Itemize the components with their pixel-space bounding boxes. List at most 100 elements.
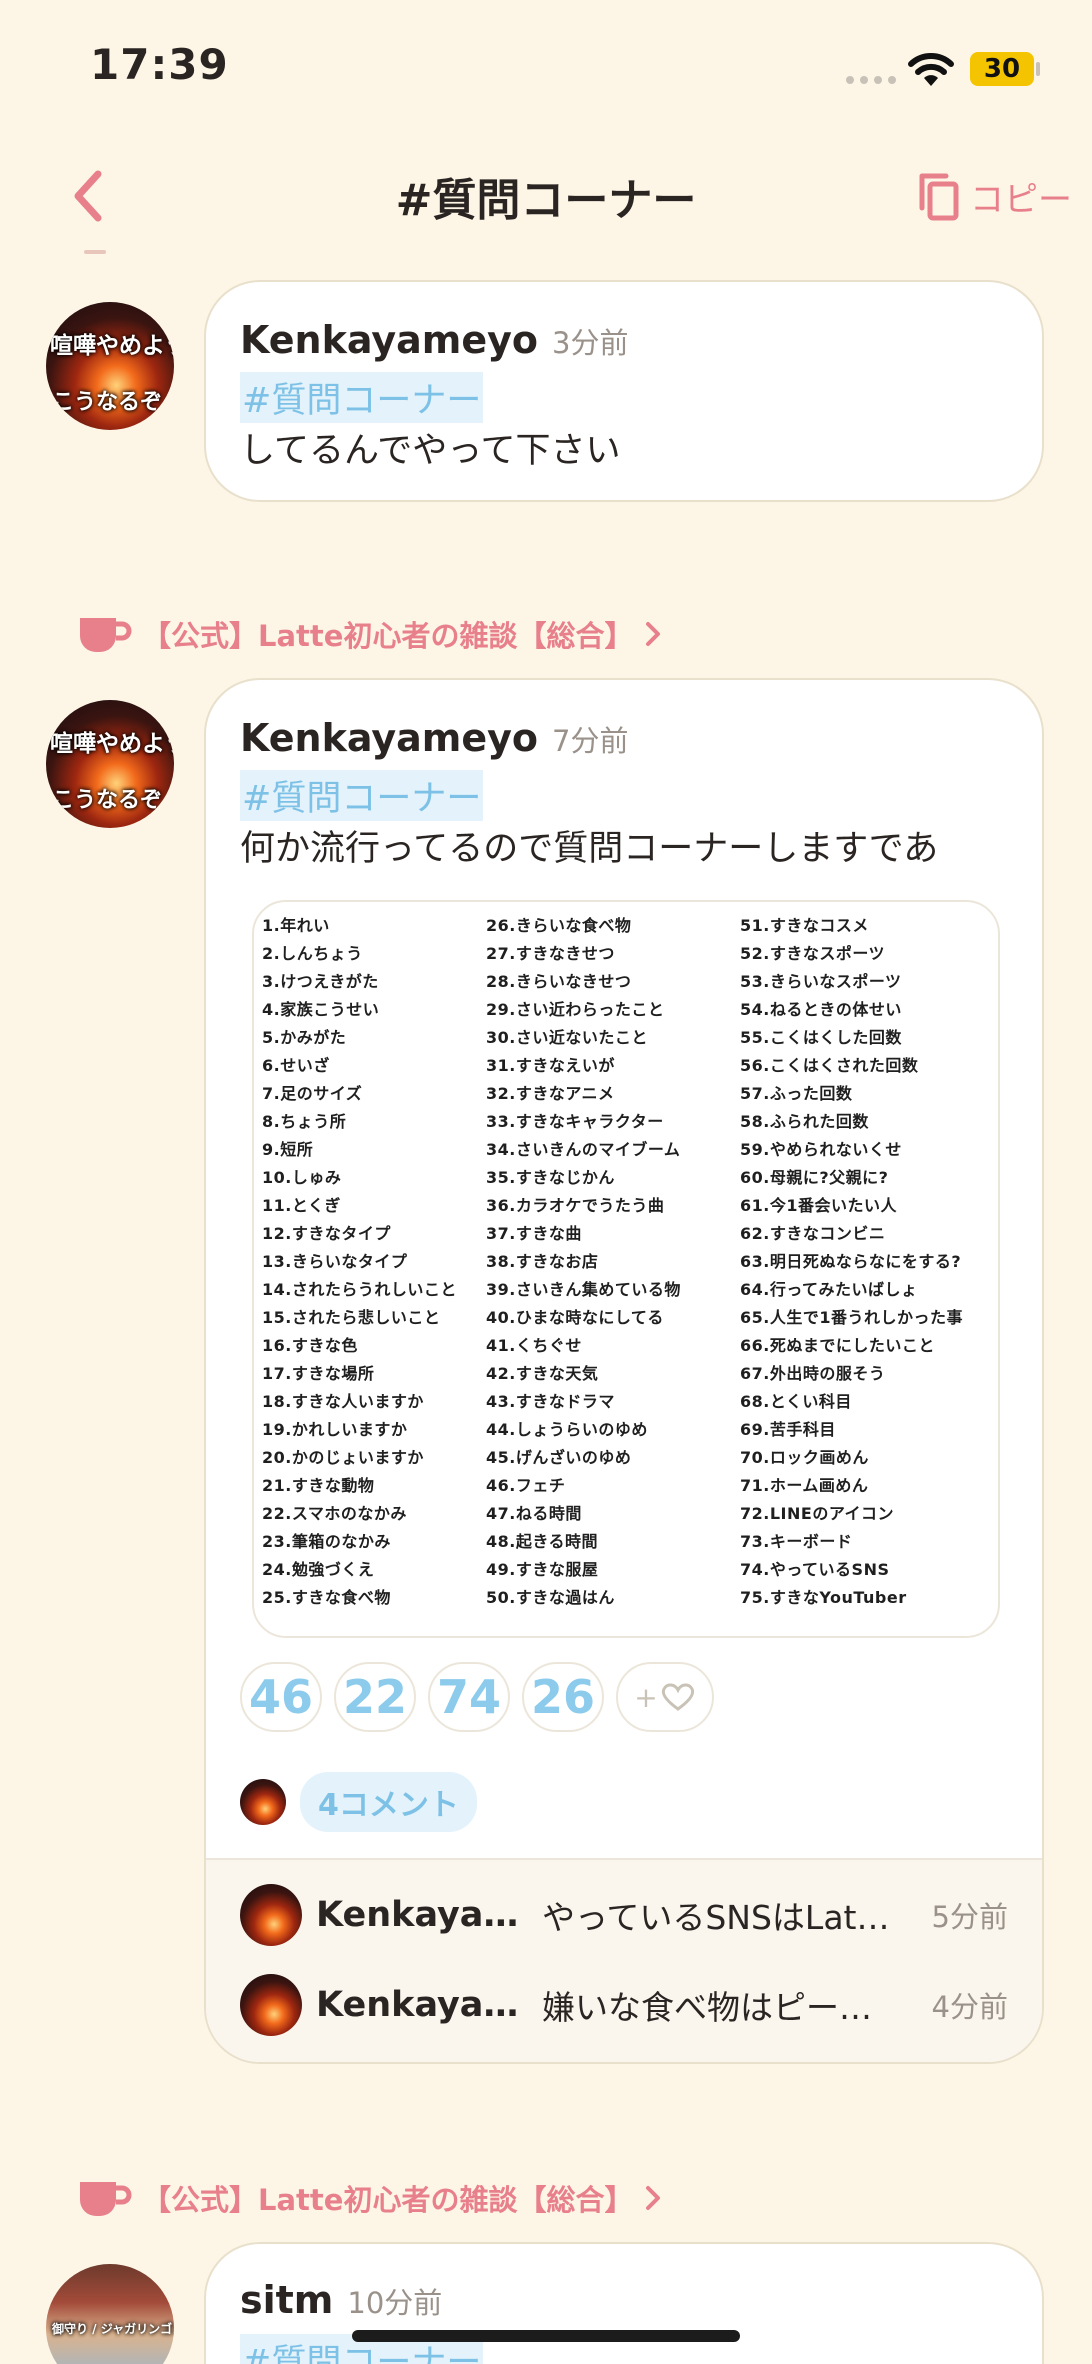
reaction-bar: 46 22 74 26 + [240, 1662, 714, 1732]
battery-icon: 30 [970, 52, 1034, 86]
question-item: 28.きらいなきせつ [486, 972, 632, 991]
question-item: 16.すきな色 [262, 1336, 358, 1355]
question-item: 30.さい近ないたこと [486, 1028, 648, 1047]
reaction-chip[interactable]: 46 [240, 1662, 322, 1732]
question-item: 3.けつえきがた [262, 972, 379, 991]
question-item: 24.勉強づくえ [262, 1560, 375, 1579]
post-card[interactable]: sitm 10分前 #質問コーナー [204, 2242, 1044, 2364]
battery-tip [1036, 62, 1040, 76]
question-item: 7.足のサイズ [262, 1084, 363, 1103]
status-bar: 17:39 30 [0, 0, 1092, 130]
question-item: 60.母親に?父親に? [740, 1168, 889, 1187]
question-item: 66.死ぬまでにしたいこと [740, 1336, 935, 1355]
question-item: 1.年れい [262, 916, 330, 935]
hashtag-link[interactable]: #質問コーナー [240, 770, 484, 821]
question-item: 33.すきなキャラクター [486, 1112, 664, 1131]
post-author[interactable]: Kenkayameyo [240, 716, 538, 760]
avatar-caption: 喧嘩やめよう [50, 333, 174, 359]
plus-label: + [634, 1680, 658, 1714]
question-item: 2.しんちょう [262, 944, 363, 963]
question-item: 31.すきなえいが [486, 1056, 615, 1075]
add-reaction-button[interactable]: + [616, 1662, 714, 1732]
community-name: 【公式】Latte初心者の雑談【総合】 [142, 2183, 634, 2217]
comment-avatar [240, 1974, 302, 2036]
comment-item[interactable]: Kenkayameyo やっているSNSはLatteです 5分前 [240, 1880, 1008, 1950]
question-item: 39.さいきん集めている物 [486, 1280, 681, 1299]
avatar-caption: 喧嘩やめよう [50, 731, 174, 757]
comment-text: 嫌いな食べ物はピーマンです [542, 1988, 892, 2027]
post-author[interactable]: sitm [240, 2278, 333, 2322]
question-item: 65.人生で1番うれしかった事 [740, 1308, 963, 1327]
post-card[interactable]: Kenkayameyo 7分前 #質問コーナー 何か流行ってるので質問コーナーし… [204, 678, 1044, 2064]
chevron-right-icon [646, 622, 661, 646]
heart-icon [661, 1683, 694, 1711]
post-text: してるんでやって下さい [240, 431, 621, 471]
question-item: 69.苦手科目 [740, 1420, 836, 1439]
question-item: 71.ホーム画めん [740, 1476, 869, 1495]
question-item: 5.かみがた [262, 1028, 347, 1047]
comment-count[interactable]: 4コメント [300, 1772, 477, 1832]
copy-button[interactable]: コピー [912, 166, 1072, 226]
cup-icon [80, 618, 132, 652]
navigation-bar: #質問コーナー コピー [0, 140, 1092, 250]
avatar[interactable]: 御守り / ジャガリンゴン [46, 2264, 174, 2364]
question-item: 64.行ってみたいばしょ [740, 1280, 918, 1299]
post-time: 3分前 [552, 326, 629, 360]
home-indicator [352, 2330, 740, 2342]
commenter-avatar [240, 1779, 286, 1825]
question-item: 40.ひまな時なにしてる [486, 1308, 664, 1327]
question-item: 58.ふられた回数 [740, 1112, 869, 1131]
avatar[interactable]: 喧嘩やめよう こうなるぞ [46, 700, 174, 828]
comment-time: 5分前 [931, 1900, 1008, 1934]
question-item: 36.カラオケでうたう曲 [486, 1196, 665, 1215]
question-item: 8.ちょう所 [262, 1112, 347, 1131]
copy-icon [919, 173, 959, 221]
question-item: 63.明日死ぬならなにをする? [740, 1252, 962, 1271]
post-time: 7分前 [552, 724, 629, 758]
post-text: 何か流行ってるので質問コーナーしますであ [240, 829, 939, 869]
question-item: 73.キーボード [740, 1532, 853, 1551]
question-item: 35.すきなじかん [486, 1168, 615, 1187]
question-item: 45.げんざいのゆめ [486, 1448, 632, 1467]
cellular-signal-icon [846, 76, 896, 84]
comment-text: やっているSNSはLatteです [542, 1898, 892, 1937]
question-item: 42.すきな天気 [486, 1364, 599, 1383]
comment-author: Kenkayameyo [316, 1985, 526, 2025]
question-item: 68.とくい科目 [740, 1392, 852, 1411]
question-column: 26.きらいな食べ物 27.すきなきせつ 28.きらいなきせつ 29.さい近わらったこ… [486, 912, 681, 1612]
post-author[interactable]: Kenkayameyo [240, 318, 538, 362]
question-item: 50.すきな過はん [486, 1588, 615, 1607]
question-item: 29.さい近わらったこと [486, 1000, 665, 1019]
comment-summary[interactable]: 4コメント [240, 1772, 477, 1832]
question-item: 52.すきなスポーツ [740, 944, 886, 963]
community-link[interactable]: 【公式】Latte初心者の雑談【総合】 [76, 612, 663, 656]
question-item: 48.起きる時間 [486, 1532, 599, 1551]
question-item: 32.すきなアニメ [486, 1084, 615, 1103]
reaction-chip[interactable]: 74 [428, 1662, 510, 1732]
question-item: 14.されたらうれしいこと [262, 1280, 457, 1299]
question-item: 49.すきな服屋 [486, 1560, 599, 1579]
question-item: 70.ロック画めん [740, 1448, 869, 1467]
question-item: 17.すきな場所 [262, 1364, 375, 1383]
cup-icon [80, 2182, 132, 2216]
hashtag-link[interactable]: #質問コーナー [240, 372, 484, 423]
post-card[interactable]: Kenkayameyo 3分前 #質問コーナー してるんでやって下さい [204, 280, 1044, 502]
question-column: 51.すきなコスメ 52.すきなスポーツ 53.きらいなスポーツ 54.ねるときの体せ… [740, 912, 963, 1612]
question-item: 54.ねるときの体せい [740, 1000, 902, 1019]
avatar-caption: 御守り / ジャガリンゴン [52, 2322, 174, 2336]
question-item: 72.LINEのアイコン [740, 1504, 895, 1523]
question-item: 55.こくはくした回数 [740, 1028, 902, 1047]
question-item: 47.ねる時間 [486, 1504, 582, 1523]
reaction-chip[interactable]: 22 [334, 1662, 416, 1732]
question-item: 62.すきなコンビニ [740, 1224, 886, 1243]
comment-item[interactable]: Kenkayameyo 嫌いな食べ物はピーマンです 4分前 [240, 1970, 1008, 2040]
question-item: 15.されたら悲しいこと [262, 1308, 441, 1327]
question-item: 34.さいきんのマイブーム [486, 1140, 681, 1159]
community-link[interactable]: 【公式】Latte初心者の雑談【総合】 [76, 2176, 663, 2220]
question-item: 43.すきなドラマ [486, 1392, 615, 1411]
question-item: 41.くちぐせ [486, 1336, 582, 1355]
question-item: 26.きらいな食べ物 [486, 916, 632, 935]
avatar[interactable]: 喧嘩やめよう こうなるぞ [46, 302, 174, 430]
question-list-image[interactable]: 1.年れい 2.しんちょう 3.けつえきがた 4.家族こうせい 5.かみがた 6.せいざ 7… [252, 900, 1000, 1638]
reaction-chip[interactable]: 26 [522, 1662, 604, 1732]
